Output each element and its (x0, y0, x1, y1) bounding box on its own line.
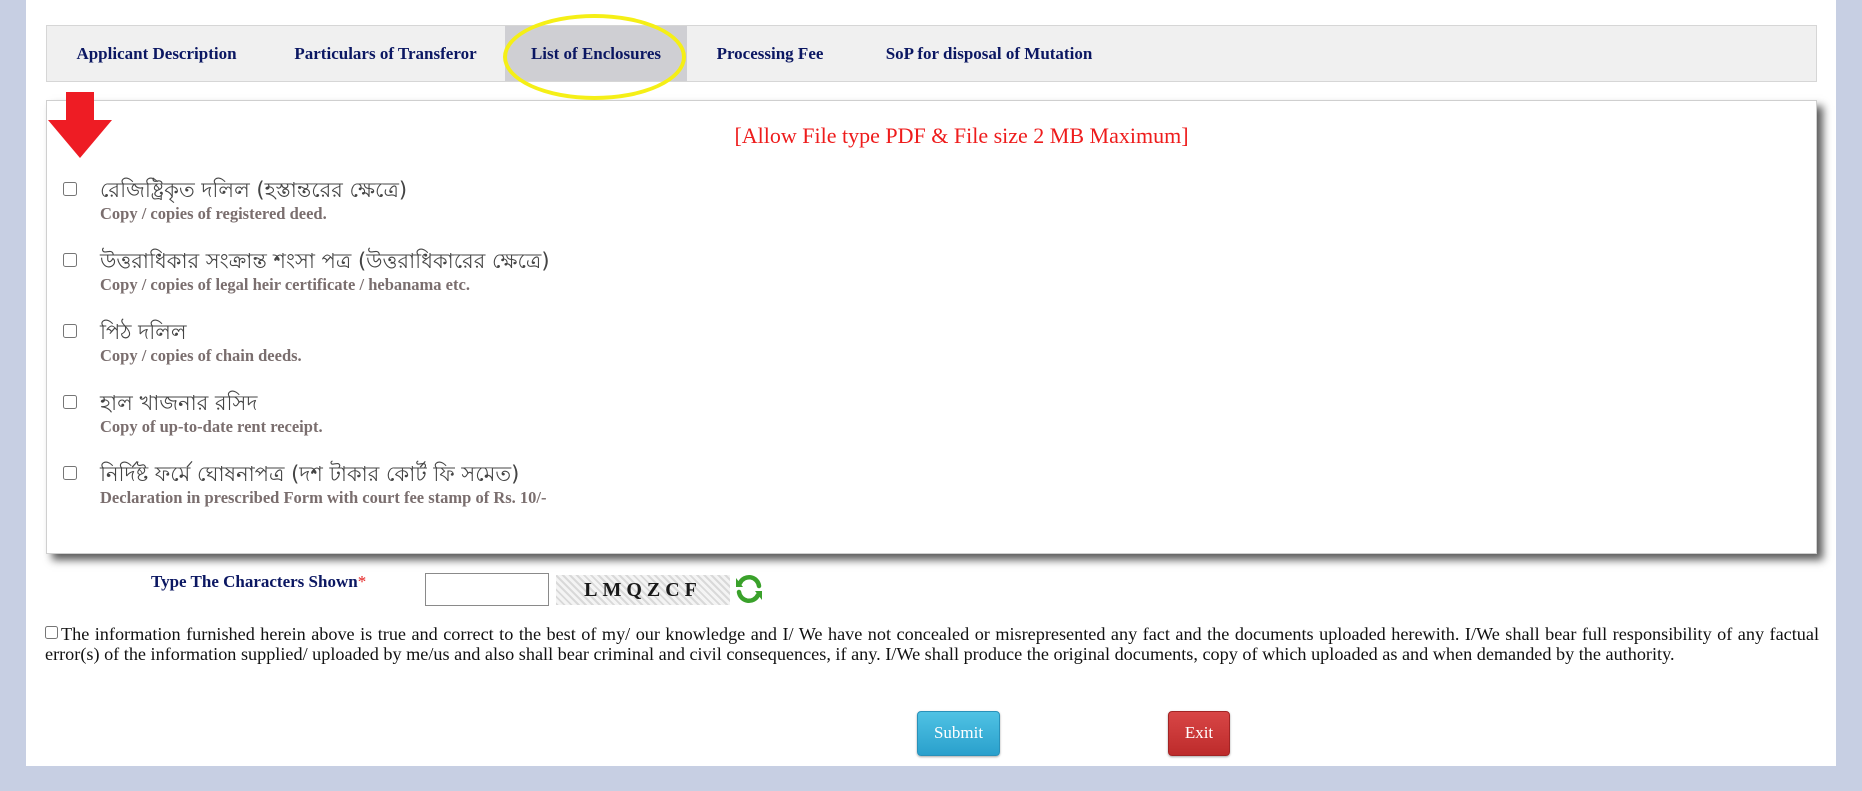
enclosure-checkbox-chain-deeds[interactable] (63, 324, 77, 338)
tab-particulars-of-transferor[interactable]: Particulars of Transferor (266, 26, 505, 81)
exit-button[interactable]: Exit (1168, 711, 1230, 756)
declaration-checkbox[interactable] (45, 626, 58, 639)
enclosure-label-en: Copy / copies of registered deed. (100, 204, 327, 223)
required-mark: * (357, 572, 367, 591)
enclosure-checkbox-rent-receipt[interactable] (63, 395, 77, 409)
captcha-input[interactable] (425, 573, 549, 606)
refresh-icon[interactable] (734, 574, 764, 604)
enclosure-label-en: Copy of up-to-date rent receipt. (100, 417, 323, 436)
captcha-label: Type The Characters Shown* (151, 572, 367, 591)
down-arrow-icon (48, 92, 112, 158)
tab-bar: Applicant Description Particulars of Tra… (46, 25, 1817, 82)
captcha-image: LMQZCF (556, 575, 730, 605)
declaration-block: The information furnished herein above i… (45, 624, 1819, 664)
enclosure-checkbox-registered-deed[interactable] (63, 182, 77, 196)
enclosure-checkbox-declaration-form[interactable] (63, 466, 77, 480)
enclosure-label-en: Declaration in prescribed Form with cour… (100, 488, 547, 507)
submit-button[interactable]: Submit (917, 711, 1000, 756)
tab-list-of-enclosures[interactable]: List of Enclosures (505, 26, 687, 81)
file-type-notice: [Allow File type PDF & File size 2 MB Ma… (734, 123, 1189, 148)
enclosures-panel: [Allow File type PDF & File size 2 MB Ma… (46, 100, 1817, 554)
tab-sop-disposal-of-mutation[interactable]: SoP for disposal of Mutation (853, 26, 1125, 81)
enclosure-label-en: Copy / copies of chain deeds. (100, 346, 302, 365)
tab-applicant-description[interactable]: Applicant Description (47, 26, 266, 81)
declaration-text: The information furnished herein above i… (45, 624, 1819, 664)
enclosure-checkbox-legal-heir[interactable] (63, 253, 77, 267)
tab-processing-fee[interactable]: Processing Fee (687, 26, 853, 81)
enclosure-label-en: Copy / copies of legal heir certificate … (100, 275, 470, 294)
